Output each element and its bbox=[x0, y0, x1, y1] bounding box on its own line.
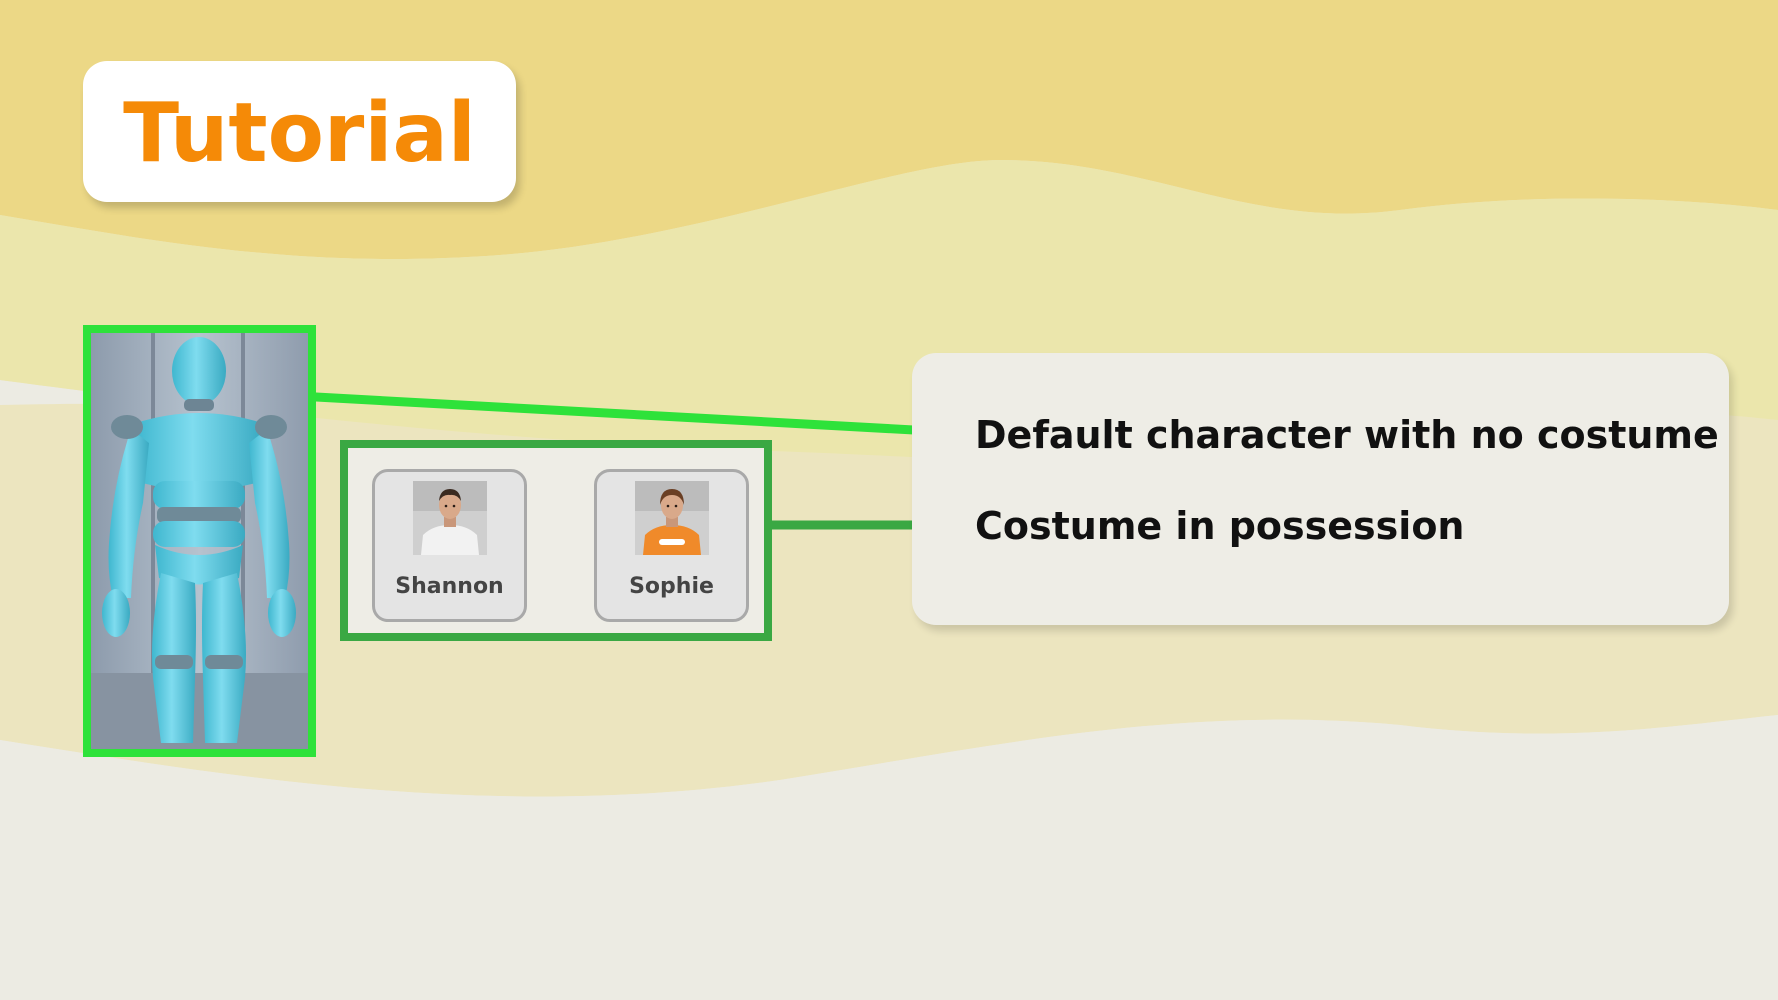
costume-card-shannon[interactable]: Shannon bbox=[372, 469, 527, 622]
default-character-figure bbox=[91, 333, 308, 749]
info-panel: Default character with no costume Costum… bbox=[912, 353, 1729, 625]
costume-list: Shannon Sophie bbox=[340, 440, 772, 641]
page-title: Tutorial bbox=[123, 85, 476, 181]
info-costume-text: Costume in possession bbox=[975, 504, 1465, 548]
title-card: Tutorial bbox=[83, 61, 516, 202]
costume-name-shannon: Shannon bbox=[395, 574, 504, 599]
info-default-character-text: Default character with no costume bbox=[975, 413, 1719, 457]
avatar-shannon-icon bbox=[413, 481, 487, 555]
costume-card-sophie[interactable]: Sophie bbox=[594, 469, 749, 622]
default-character-frame[interactable] bbox=[83, 325, 316, 757]
costume-name-sophie: Sophie bbox=[629, 574, 714, 599]
avatar-sophie-icon bbox=[635, 481, 709, 555]
